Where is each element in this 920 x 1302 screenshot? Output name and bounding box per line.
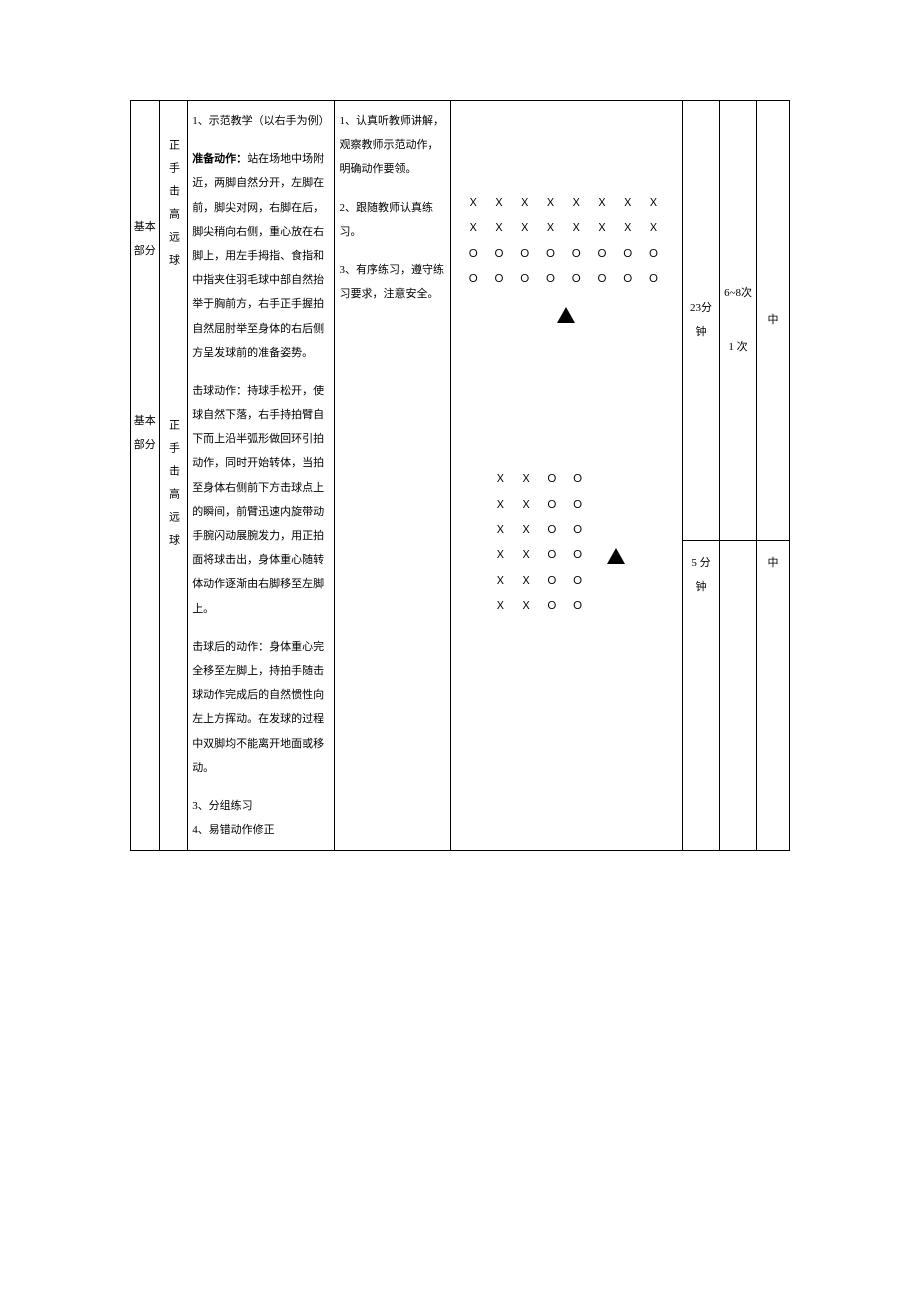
content-label-1: 正手击高远球 [161, 139, 185, 277]
formation-2: Ｘ Ｘ Ｏ Ｏ Ｘ Ｘ Ｏ Ｏ Ｘ Ｘ Ｏ Ｏ Ｘ Ｘ Ｏ Ｏ Ｘ Ｘ Ｏ Ｏ … [455, 467, 678, 619]
time-cell-1: 23分钟 [682, 101, 719, 541]
lesson-plan-table: 基本部分 基本部分 正手击高远球 正手击高远球 1、示范教学（以右手为例） 准备… [130, 100, 790, 851]
section-label-2: 基本部分 [133, 409, 157, 457]
student-3: 3、有序练习，遵守练习要求，注意安全。 [339, 258, 445, 306]
hit-text: 持球手松开，使球自然下落，右手持拍臂自下而上沿半弧形做回环引拍动作，同时开始转体… [192, 385, 324, 615]
intensity-cell-1: 中 [757, 101, 790, 541]
section-column: 基本部分 基本部分 [131, 101, 160, 851]
reps-cell-2 [720, 540, 757, 851]
reps-cell-1: 6~8次 1 次 [720, 101, 757, 541]
after-text: 身体重心完全移至左脚上，持拍手随击球动作完成后的自然惯性向左上方挥动。在发球的过… [192, 641, 324, 774]
teach-item3: 3、分组练习 [192, 794, 330, 818]
section-label-1: 基本部分 [133, 215, 157, 263]
time-cell-2: 5 分钟 [682, 540, 719, 851]
student-2: 2、跟随教师认真练习。 [339, 196, 445, 244]
content-label-2: 正手击高远球 [161, 419, 185, 557]
teaching-activity-cell: 1、示范教学（以右手为例） 准备动作：站在场地中场附近，两脚自然分开，左脚在前，… [188, 101, 335, 851]
student-1: 1、认真听教师讲解，观察教师示范动作，明确动作要领。 [339, 109, 445, 182]
formation-diagram-cell: Ｘ Ｘ Ｘ Ｘ Ｘ Ｘ Ｘ Ｘ Ｘ Ｘ Ｘ Ｘ Ｘ Ｘ Ｘ Ｘ Ｏ Ｏ Ｏ Ｏ … [450, 101, 682, 851]
after-label: 击球后的动作： [192, 641, 269, 653]
student-activity-cell: 1、认真听教师讲解，观察教师示范动作，明确动作要领。 2、跟随教师认真练习。 3… [335, 101, 450, 851]
intensity-cell-2: 中 [757, 540, 790, 851]
teach-item4: 4、易错动作修正 [192, 818, 330, 842]
teacher-marker-icon [607, 548, 625, 564]
teach-demo: 1、示范教学（以右手为例） [192, 109, 330, 133]
teacher-marker-icon [557, 307, 575, 323]
hit-label: 击球动作： [192, 385, 247, 397]
formation-1: Ｘ Ｘ Ｘ Ｘ Ｘ Ｘ Ｘ Ｘ Ｘ Ｘ Ｘ Ｘ Ｘ Ｘ Ｘ Ｘ Ｏ Ｏ Ｏ Ｏ … [455, 191, 678, 327]
prep-text: 站在场地中场附近，两脚自然分开，左脚在前，脚尖对网，右脚在后，脚尖稍向右侧，重心… [192, 153, 324, 359]
content-column: 正手击高远球 正手击高远球 [159, 101, 188, 851]
prep-label: 准备动作： [192, 153, 247, 165]
